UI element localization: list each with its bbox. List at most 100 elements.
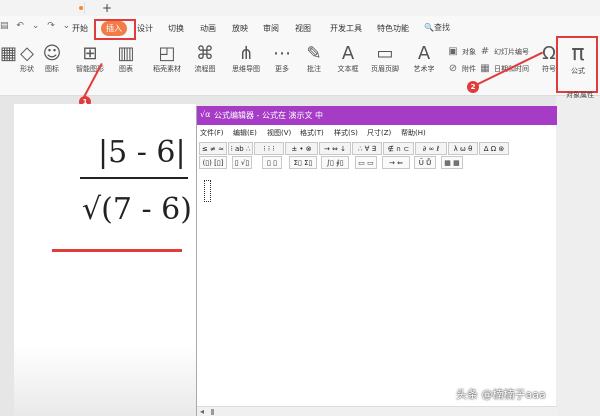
smartart-icon: ⊞ xyxy=(82,43,98,64)
new-tab-button[interactable]: + xyxy=(102,1,112,15)
undo-icon[interactable]: ↶ xyxy=(16,21,24,31)
unsaved-dot-icon xyxy=(79,6,83,10)
arrows-palette-button[interactable]: → ⇔ ↓ xyxy=(319,142,351,155)
textbox-label: 文本框 xyxy=(337,65,359,73)
attachment-label: 附件 xyxy=(462,65,476,73)
integral-template-button[interactable]: ∫▯ ∮▯ xyxy=(321,156,349,169)
attachment-button[interactable]: ⊘ 附件 xyxy=(446,63,476,75)
chart-button[interactable]: ▥ 图表 xyxy=(114,44,138,74)
wordart-button[interactable]: A 艺术字 xyxy=(408,44,440,74)
smartart-button[interactable]: ⊞ 智能图形 xyxy=(71,44,109,74)
materials-button[interactable]: ◰ 稻壳素材 xyxy=(150,44,184,74)
sets-palette-button[interactable]: ∉ ∩ ⊂ xyxy=(383,142,414,155)
mindmap-button[interactable]: ⋔ 思维导图 xyxy=(226,44,266,74)
fences-template-button[interactable]: (▯) [▯] xyxy=(199,156,227,169)
save-icon[interactable]: ▤ xyxy=(0,21,9,31)
attachment-icon: ⊘ xyxy=(448,63,458,74)
redo-icon[interactable]: ↷ xyxy=(47,21,55,31)
flowchart-button[interactable]: ⌘ 流程图 xyxy=(190,44,220,74)
menu-view[interactable]: 视图(V) xyxy=(267,128,291,138)
slide-number-icon: # xyxy=(480,46,490,57)
watermark: 头条 @楠楠子aaa xyxy=(456,388,546,401)
labeled-arrow-template-button[interactable]: → ⇐ xyxy=(382,156,410,169)
scroll-left-icon[interactable]: ◂ xyxy=(200,407,204,416)
menu-file[interactable]: 文件(F) xyxy=(200,128,224,138)
chart-icon: ▥ xyxy=(117,43,135,64)
logic-palette-button[interactable]: ∴ ∀ ∃ xyxy=(352,142,382,155)
menu-help[interactable]: 帮助(H) xyxy=(401,128,426,138)
slide-number-button[interactable]: # 幻灯片编号 xyxy=(478,46,529,58)
icons-label: 图标 xyxy=(45,65,59,73)
dropdown-icon[interactable]: ⌄ xyxy=(32,21,40,31)
menu-size[interactable]: 尺寸(Z) xyxy=(367,128,391,138)
thumbnail-panel xyxy=(0,96,14,416)
equation-input-slot[interactable] xyxy=(204,180,211,202)
editor-horizontal-scrollbar[interactable]: ◂ xyxy=(197,406,557,416)
header-footer-icon: ▭ xyxy=(376,43,394,64)
search-label: 查找 xyxy=(433,23,450,32)
summation-template-button[interactable]: Σ▯ Σ▯ xyxy=(289,156,317,169)
menu-style[interactable]: 样式(S) xyxy=(334,128,358,138)
more-button[interactable]: ⋯ 更多 xyxy=(270,44,294,74)
chart-label: 图表 xyxy=(119,65,133,73)
embellish-palette-button[interactable]: ⁝ ⁝ ⁝ xyxy=(254,142,284,155)
shapes-icon: ◇ xyxy=(20,43,34,64)
shapes-button[interactable]: ◇ 形状 xyxy=(16,44,38,74)
mindmap-label: 思维导图 xyxy=(232,65,260,73)
formula-denominator: √(7 - 6) xyxy=(82,192,192,227)
wordart-icon: A xyxy=(417,43,431,64)
tab-view[interactable]: 视图 xyxy=(295,23,311,34)
editor-menubar: 文件(F) 编辑(E) 视图(V) 格式(T) 样式(S) 尺寸(Z) 帮助(H… xyxy=(197,127,557,139)
comment-label: 批注 xyxy=(307,65,321,73)
tab-features[interactable]: 特色功能 xyxy=(377,23,409,34)
materials-label: 稻壳素材 xyxy=(153,65,181,73)
header-footer-button[interactable]: ▭ 页眉页脚 xyxy=(367,44,403,74)
scroll-thumb[interactable] xyxy=(211,409,214,415)
tab-animation[interactable]: 动画 xyxy=(200,23,216,34)
operators-palette-button[interactable]: ± • ⊗ xyxy=(285,142,318,155)
greek-lower-palette-button[interactable]: λ ω θ xyxy=(448,142,478,155)
wordart-label: 艺术字 xyxy=(413,65,435,73)
relations-palette-button[interactable]: ≤ ≠ ≈ xyxy=(199,142,227,155)
editor-title-bar[interactable]: √α 公式编辑器 - 公式在 演示文 中 xyxy=(197,106,557,125)
tab-review[interactable]: 审阅 xyxy=(263,23,279,34)
formula-underline xyxy=(52,249,182,252)
tab-slideshow[interactable]: 放映 xyxy=(232,23,248,34)
header-footer-label: 页眉页脚 xyxy=(371,65,399,73)
equation-editor-window[interactable]: √α 公式编辑器 - 公式在 演示文 中 文件(F) 编辑(E) 视图(V) 格… xyxy=(196,106,557,416)
greek-upper-palette-button[interactable]: Δ Ω ⊛ xyxy=(479,142,509,155)
spaces-palette-button[interactable]: ⁝ ab ∴ xyxy=(228,142,253,155)
highlight-formula-button xyxy=(556,36,598,93)
object-properties-label: 对象属性 xyxy=(566,91,594,99)
products-template-button[interactable]: Ū Ů xyxy=(414,156,436,169)
fraction-radical-template-button[interactable]: ▯ √▯ xyxy=(232,156,252,169)
quick-access-toolbar: ▤ ↶ ⌄ ↷ ⌄ xyxy=(0,21,75,31)
menu-edit[interactable]: 编辑(E) xyxy=(233,128,257,138)
search-icon: 🔍 xyxy=(424,23,434,32)
comment-button[interactable]: ✎ 批注 xyxy=(303,44,325,74)
bar-template-button[interactable]: ▭ ▭ xyxy=(355,156,377,169)
tab-design[interactable]: 设计 xyxy=(137,23,153,34)
table-button[interactable]: ▦ xyxy=(0,44,17,64)
highlight-insert-tab xyxy=(94,19,136,40)
matrix-template-button[interactable]: ▦ ▦ xyxy=(441,156,463,169)
textbox-button[interactable]: A 文本框 xyxy=(332,44,364,74)
flowchart-label: 流程图 xyxy=(194,65,216,73)
icons-icon: ☺ xyxy=(42,43,62,64)
object-button[interactable]: ▣ 对象 xyxy=(446,46,476,58)
tab-developer[interactable]: 开发工具 xyxy=(330,23,362,34)
tab-home[interactable]: 开始 xyxy=(72,23,88,34)
misc-palette-button[interactable]: ∂ ∞ ℓ xyxy=(415,142,447,155)
subscript-template-button[interactable]: ▯ ▯ xyxy=(262,156,282,169)
icons-button[interactable]: ☺ 图标 xyxy=(40,44,64,74)
editor-symbol-toolbar: ≤ ≠ ≈ ⁝ ab ∴ ⁝ ⁝ ⁝ ± • ⊗ → ⇔ ↓ ∴ ∀ ∃ ∉ ∩… xyxy=(199,142,555,156)
title-bar: + xyxy=(0,0,600,16)
dropdown-icon[interactable]: ⌄ xyxy=(63,21,71,31)
search-box[interactable]: 🔍查找 xyxy=(424,22,450,33)
symbol-label: 符号 xyxy=(542,65,556,73)
calendar-icon: ▦ xyxy=(480,63,490,74)
tab-transition[interactable]: 切换 xyxy=(168,23,184,34)
step-marker-2: 2 xyxy=(467,81,479,93)
materials-icon: ◰ xyxy=(158,43,176,64)
menu-format[interactable]: 格式(T) xyxy=(300,128,324,138)
